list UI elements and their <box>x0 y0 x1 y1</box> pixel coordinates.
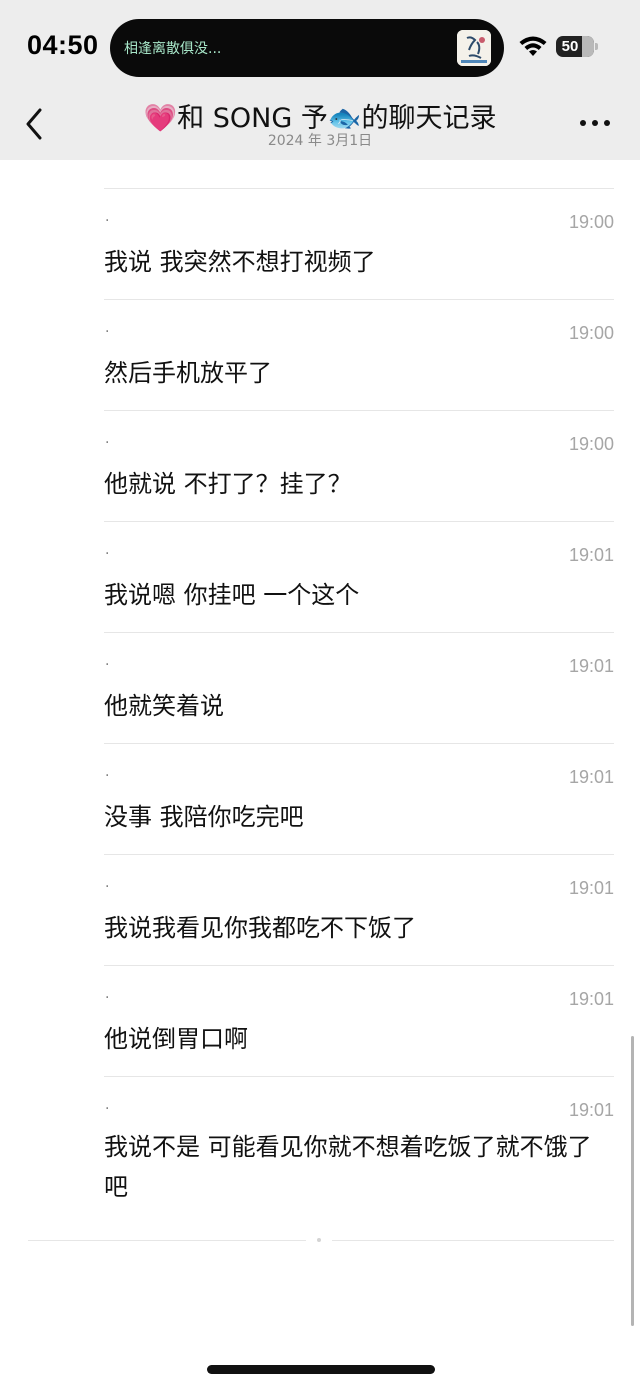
message-time: 19:00 <box>568 323 614 343</box>
battery-icon: 50 <box>556 36 594 57</box>
more-dot <box>580 120 586 126</box>
sender-name: . <box>105 986 110 1002</box>
dynamic-island[interactable]: 相逢离散俱没... <box>110 19 504 77</box>
message-time: 19:01 <box>568 989 614 1009</box>
page-subtitle: 2024 年 3月1日 <box>267 133 373 149</box>
message-item[interactable]: . 19:01 我说嗯 你挂吧 一个这个 <box>104 521 614 632</box>
wifi-icon <box>519 36 547 56</box>
message-item[interactable]: . 19:00 然后手机放平了 <box>104 299 614 410</box>
sender-name: . <box>105 1097 110 1113</box>
nav-bar: 💗和 SONG 予🐟的聊天记录 2024 年 3月1日 <box>0 96 640 160</box>
sender-name: . <box>105 209 110 225</box>
message-time: 19:01 <box>568 656 614 676</box>
message-time: 19:01 <box>568 878 614 898</box>
message-item[interactable]: . 19:01 我说我看见你我都吃不下饭了 <box>104 854 614 965</box>
message-item[interactable]: . 19:01 他就笑着说 <box>104 632 614 743</box>
battery-level: 50 <box>561 38 579 55</box>
message-text: 他说倒胃口啊 <box>104 1025 248 1053</box>
message-text: 我说我看见你我都吃不下饭了 <box>104 914 416 942</box>
now-playing-title: 相逢离散俱没... <box>124 41 222 57</box>
sender-name: . <box>105 320 110 336</box>
message-item[interactable]: . 19:00 他就说 不打了？挂了？ <box>104 410 614 521</box>
end-dot <box>317 1238 321 1242</box>
message-item[interactable]: . 19:00 我说 我突然不想打视频了 <box>104 188 614 299</box>
more-options-button[interactable] <box>580 120 612 130</box>
more-dot <box>592 120 598 126</box>
sender-name: . <box>105 653 110 669</box>
album-art-icon[interactable] <box>457 30 491 66</box>
sender-name: . <box>105 431 110 447</box>
message-time: 19:00 <box>568 434 614 454</box>
message-item[interactable]: . 19:01 他说倒胃口啊 <box>104 965 614 1076</box>
status-bar: 04:50 相逢离散俱没... 50 <box>0 0 640 96</box>
chevron-left-icon <box>26 108 42 140</box>
message-time: 19:01 <box>568 1100 614 1120</box>
message-text: 没事 我陪你吃完吧 <box>104 803 304 831</box>
end-of-history-divider <box>28 1238 614 1242</box>
message-time: 19:01 <box>568 545 614 565</box>
message-text: 我说不是 可能看见你就不想着吃饭了就不饿了吧 <box>104 1133 592 1201</box>
sender-name: . <box>105 764 110 780</box>
back-button[interactable] <box>18 104 54 144</box>
message-text: 然后手机放平了 <box>104 359 272 387</box>
message-time: 19:01 <box>568 767 614 787</box>
home-indicator[interactable] <box>207 1365 435 1374</box>
scrollbar[interactable] <box>631 1036 634 1326</box>
message-text: 我说 我突然不想打视频了 <box>104 248 376 276</box>
message-item[interactable]: . 19:01 我说不是 可能看见你就不想着吃饭了就不饿了吧 <box>104 1076 614 1227</box>
message-text: 他就笑着说 <box>104 692 224 720</box>
sender-name: . <box>105 542 110 558</box>
sender-name: . <box>105 875 110 891</box>
message-text: 他就说 不打了？挂了？ <box>104 470 352 498</box>
more-dot <box>604 120 610 126</box>
message-text: 我说嗯 你挂吧 一个这个 <box>104 581 360 609</box>
message-time: 19:00 <box>568 212 614 232</box>
battery-nub <box>595 43 598 50</box>
message-item[interactable]: . 19:01 没事 我陪你吃完吧 <box>104 743 614 854</box>
status-time: 04:50 <box>27 30 99 60</box>
message-list: . 19:00 我说 我突然不想打视频了 . 19:00 然后手机放平了 . 1… <box>104 188 614 1227</box>
